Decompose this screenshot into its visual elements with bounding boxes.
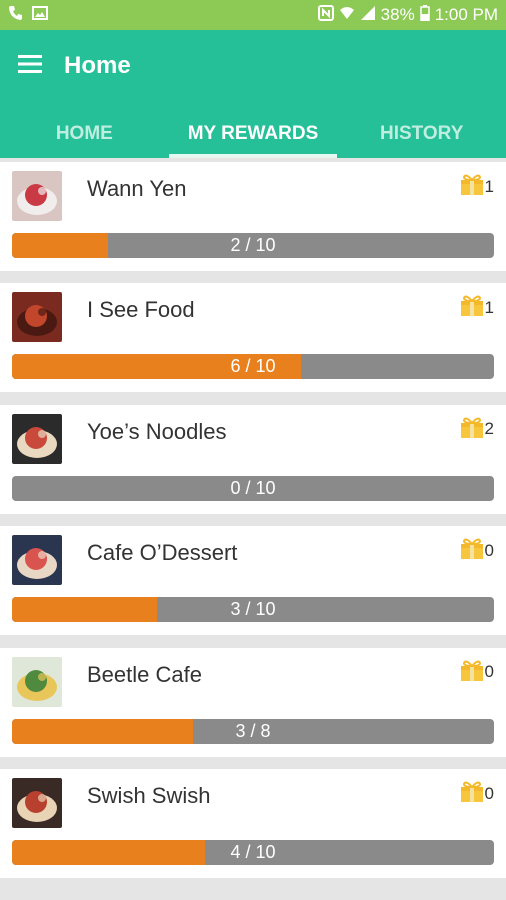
restaurant-thumbnail bbox=[12, 413, 62, 464]
tab-my-rewards[interactable]: MY REWARDS bbox=[168, 110, 338, 158]
status-left-icons bbox=[8, 5, 48, 26]
progress-label: 4 / 10 bbox=[230, 842, 276, 862]
tab-history[interactable]: HISTORY bbox=[337, 110, 506, 158]
gift-icon bbox=[460, 293, 484, 322]
reward-card-6[interactable]: Swish Swish 0 4 / 10 bbox=[0, 769, 506, 878]
restaurant-name: Beetle Cafe bbox=[87, 661, 202, 687]
menu-button[interactable] bbox=[14, 50, 46, 82]
reward-card-3[interactable]: Yoe’s Noodles 2 0 / 10 bbox=[0, 404, 506, 514]
gift-icon bbox=[460, 658, 484, 687]
reward-badge: 0 bbox=[460, 779, 494, 808]
status-bar: 38% 1:00 PM bbox=[0, 0, 506, 30]
battery-percent: 38% bbox=[380, 5, 415, 24]
restaurant-name: Yoe’s Noodles bbox=[87, 418, 227, 444]
gift-icon bbox=[460, 415, 484, 444]
status-time: 1:00 PM bbox=[434, 5, 498, 24]
signal-icon bbox=[360, 5, 376, 26]
gift-count: 0 bbox=[484, 540, 494, 560]
status-right-icons: 38% 1:00 PM bbox=[317, 4, 498, 26]
gift-count: 1 bbox=[484, 297, 494, 317]
progress-label: 2 / 10 bbox=[230, 235, 276, 255]
reward-card-4[interactable]: Cafe O’Dessert 0 3 / 10 bbox=[0, 526, 506, 636]
menu-icon bbox=[18, 54, 42, 79]
wifi-icon bbox=[339, 5, 355, 26]
stamp-progress-bar: 3 / 10 bbox=[12, 597, 494, 623]
battery-icon bbox=[419, 4, 430, 26]
gift-count: 2 bbox=[484, 419, 494, 439]
reward-card-5[interactable]: Beetle Cafe 0 3 / 8 bbox=[0, 647, 506, 757]
restaurant-name: Wann Yen bbox=[87, 176, 187, 201]
restaurant-thumbnail bbox=[12, 656, 62, 707]
reward-badge: 0 bbox=[460, 536, 494, 565]
stamp-progress-bar: 4 / 10 bbox=[12, 840, 494, 865]
page-title: Home bbox=[64, 52, 131, 79]
gift-icon bbox=[460, 779, 484, 808]
stamp-progress-bar: 2 / 10 bbox=[12, 233, 494, 258]
gift-icon bbox=[460, 172, 484, 201]
reward-card-1[interactable]: Wann Yen 1 2 / 10 bbox=[0, 162, 506, 271]
progress-label: 0 / 10 bbox=[230, 477, 276, 498]
tab-bar: HOME MY REWARDS HISTORY bbox=[0, 110, 506, 158]
progress-label: 6 / 10 bbox=[230, 356, 276, 377]
restaurant-thumbnail bbox=[12, 535, 62, 586]
restaurant-name: I See Food bbox=[87, 297, 195, 323]
reward-badge: 1 bbox=[460, 293, 494, 322]
restaurant-thumbnail bbox=[12, 292, 62, 343]
tab-home[interactable]: HOME bbox=[0, 110, 169, 158]
reward-badge: 1 bbox=[460, 172, 494, 201]
gift-count: 0 bbox=[484, 662, 494, 682]
progress-label: 3 / 10 bbox=[230, 599, 276, 620]
image-icon bbox=[32, 5, 48, 26]
stamp-progress-bar: 3 / 8 bbox=[12, 718, 494, 744]
stamp-progress-bar: 6 / 10 bbox=[12, 354, 494, 380]
app-bar: Home HOME MY REWARDS HISTORY bbox=[0, 30, 506, 158]
reward-badge: 0 bbox=[460, 658, 494, 687]
reward-card-2[interactable]: I See Food 1 6 / 10 bbox=[0, 283, 506, 393]
gift-count: 1 bbox=[484, 176, 494, 196]
progress-label: 3 / 8 bbox=[235, 720, 271, 741]
restaurant-name: Swish Swish bbox=[87, 783, 211, 808]
phone-icon bbox=[8, 5, 24, 26]
nfc-icon bbox=[317, 4, 334, 26]
reward-badge: 2 bbox=[460, 415, 494, 444]
restaurant-thumbnail bbox=[12, 778, 62, 828]
restaurant-name: Cafe O’Dessert bbox=[87, 540, 238, 566]
gift-icon bbox=[460, 536, 484, 565]
stamp-progress-bar: 0 / 10 bbox=[12, 475, 494, 501]
restaurant-thumbnail bbox=[12, 171, 62, 221]
gift-count: 0 bbox=[484, 783, 494, 803]
